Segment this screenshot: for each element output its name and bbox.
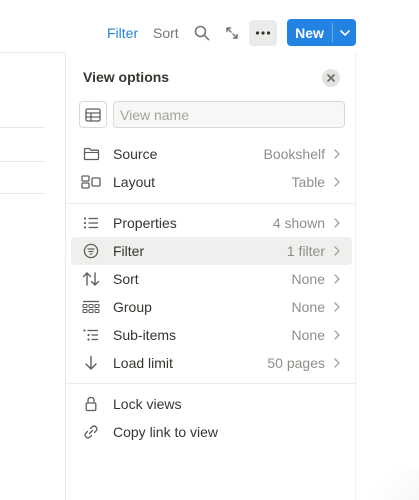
option-value: None	[291, 271, 325, 287]
option-label: Layout	[113, 174, 156, 190]
option-label: Copy link to view	[113, 424, 219, 440]
option-lock-views[interactable]: Lock views	[71, 390, 352, 418]
group-icon	[81, 297, 101, 317]
option-layout[interactable]: Layout Table	[71, 168, 352, 196]
option-label: Group	[113, 299, 152, 315]
search-icon[interactable]	[190, 21, 214, 45]
chevron-right-icon	[331, 301, 343, 313]
list-icon	[81, 213, 101, 233]
new-button[interactable]: New	[287, 19, 332, 46]
filter-icon	[81, 241, 101, 261]
arrow-down-icon	[81, 353, 101, 373]
option-label: Filter	[113, 243, 145, 259]
table-row-divider	[0, 127, 45, 128]
option-group[interactable]: Group None	[71, 293, 352, 321]
option-value: Bookshelf	[263, 146, 325, 162]
table-row-divider	[0, 161, 45, 162]
section-divider	[66, 203, 356, 204]
option-value: 50 pages	[267, 355, 325, 371]
lock-icon	[81, 394, 101, 414]
option-properties[interactable]: Properties 4 shown	[71, 209, 352, 237]
chevron-right-icon	[331, 176, 343, 188]
chevron-right-icon	[331, 245, 343, 257]
chevron-right-icon	[331, 273, 343, 285]
table-row-divider	[0, 193, 45, 194]
close-icon[interactable]	[322, 69, 340, 87]
sort-icon	[81, 269, 101, 289]
option-filter[interactable]: Filter 1 filter	[71, 237, 352, 265]
chevron-right-icon	[331, 217, 343, 229]
expand-icon[interactable]	[220, 21, 244, 45]
chevron-right-icon	[331, 357, 343, 369]
option-label: Sub-items	[113, 327, 177, 343]
option-value: None	[291, 299, 325, 315]
panel-title: View options	[83, 69, 170, 85]
option-sub-items[interactable]: Sub-items None	[71, 321, 352, 349]
sort-button[interactable]: Sort	[153, 24, 179, 42]
option-label: Lock views	[113, 396, 182, 412]
option-label: Load limit	[113, 355, 173, 371]
window-corner-shadow	[360, 470, 419, 500]
chevron-down-icon[interactable]	[333, 19, 356, 46]
link-icon	[81, 422, 101, 442]
section-divider	[66, 383, 356, 384]
option-source[interactable]: Source Bookshelf	[71, 140, 352, 168]
option-value: 1 filter	[286, 243, 325, 259]
table-header-rule	[0, 52, 65, 53]
chevron-right-icon	[331, 329, 343, 341]
new-button-group: New	[287, 19, 356, 46]
table-view-icon[interactable]	[79, 101, 107, 128]
option-label: Source	[113, 146, 158, 162]
option-value: Table	[291, 174, 325, 190]
view-name-input[interactable]	[113, 101, 345, 128]
filter-button[interactable]: Filter	[107, 24, 138, 42]
sub-items-icon	[81, 325, 101, 345]
option-sort[interactable]: Sort None	[71, 265, 352, 293]
option-load-limit[interactable]: Load limit 50 pages	[71, 349, 352, 377]
option-label: Sort	[113, 271, 139, 287]
folder-icon	[81, 144, 101, 164]
option-value: 4 shown	[272, 215, 325, 231]
view-options-panel: View options Source Bookshelf Layout Tab…	[65, 52, 356, 500]
database-toolbar: Filter Sort New	[0, 0, 419, 52]
option-label: Properties	[113, 215, 177, 231]
option-copy-link[interactable]: Copy link to view	[71, 418, 352, 446]
chevron-right-icon	[331, 148, 343, 160]
more-icon[interactable]	[249, 20, 277, 46]
layout-icon	[81, 172, 101, 192]
option-value: None	[291, 327, 325, 343]
